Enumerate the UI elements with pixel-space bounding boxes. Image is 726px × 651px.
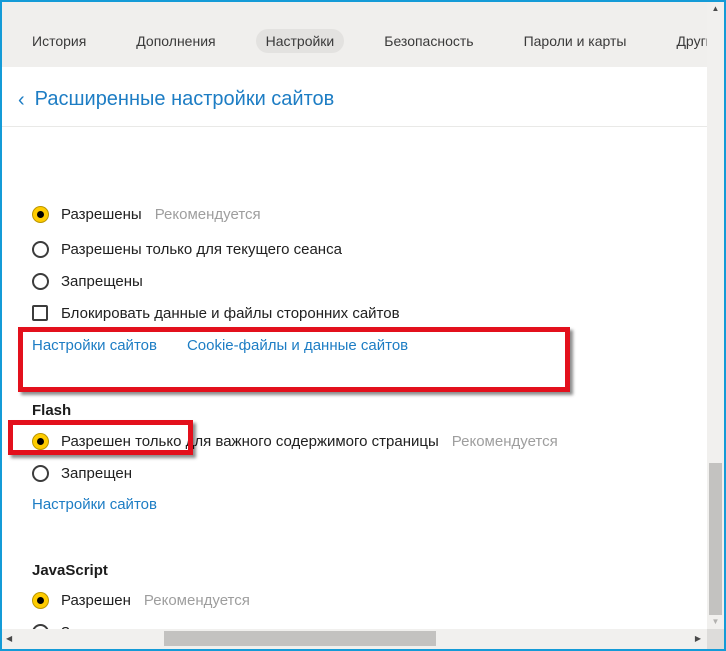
browser-settings-window: История Дополнения Настройки Безопасност… bbox=[0, 0, 726, 651]
tab-passwords-cards[interactable]: Пароли и карты bbox=[514, 29, 637, 53]
flash-section-title: Flash bbox=[32, 401, 72, 419]
radio-option-blocked[interactable]: Запрещены bbox=[32, 269, 143, 293]
radio-label: Разрешен bbox=[61, 591, 131, 609]
back-chevron-icon[interactable]: ‹ bbox=[18, 90, 25, 110]
cookie-data-link[interactable]: Cookie-файлы и данные сайтов bbox=[187, 337, 408, 354]
radio-unselected-icon[interactable] bbox=[32, 272, 49, 290]
horizontal-scrollbar-thumb[interactable] bbox=[164, 631, 436, 646]
vertical-scrollbar[interactable]: ▲ ▼ bbox=[707, 2, 724, 629]
radio-label: Запрещены bbox=[61, 272, 143, 290]
radio-selected-icon[interactable] bbox=[32, 205, 49, 223]
radio-option-session-only[interactable]: Разрешены только для текущего сеанса bbox=[32, 237, 342, 261]
radio-label: Разрешен только для важного содержимого … bbox=[61, 432, 439, 450]
radio-label: Запрещен bbox=[61, 464, 133, 482]
settings-content: ‹ Расширенные настройки сайтов Разрешены… bbox=[2, 67, 707, 641]
flash-links-row: Настройки сайтов bbox=[32, 492, 157, 516]
recommended-badge: Рекомендуется bbox=[154, 205, 261, 223]
site-settings-link[interactable]: Настройки сайтов bbox=[32, 337, 157, 354]
tab-addons[interactable]: Дополнения bbox=[126, 29, 225, 53]
js-radio-allowed[interactable]: Разрешен Рекомендуется bbox=[32, 588, 250, 612]
radio-unselected-icon[interactable] bbox=[32, 240, 49, 258]
scroll-right-arrow-icon[interactable]: ▶ bbox=[695, 634, 701, 643]
radio-label: Разрешены bbox=[61, 205, 142, 223]
checkbox-icon[interactable] bbox=[32, 305, 48, 321]
title-divider bbox=[2, 126, 707, 127]
scrollbar-corner bbox=[707, 629, 724, 649]
flash-radio-allowed-important[interactable]: Разрешен только для важного содержимого … bbox=[32, 429, 558, 453]
tab-history[interactable]: История bbox=[22, 29, 96, 53]
recommended-badge: Рекомендуется bbox=[143, 591, 250, 609]
radio-label: Разрешены только для текущего сеанса bbox=[61, 240, 342, 258]
recommended-badge: Рекомендуется bbox=[451, 432, 558, 450]
flash-radio-blocked[interactable]: Запрещен bbox=[32, 461, 132, 485]
vertical-scrollbar-thumb[interactable] bbox=[709, 463, 722, 615]
scroll-up-arrow-icon[interactable]: ▲ bbox=[707, 4, 724, 13]
page-title: Расширенные настройки сайтов bbox=[34, 88, 335, 110]
checkbox-block-third-party[interactable]: Блокировать данные и файлы сторонних сай… bbox=[32, 301, 400, 325]
flash-site-settings-link[interactable]: Настройки сайтов bbox=[32, 496, 157, 513]
javascript-section-title: JavaScript bbox=[32, 561, 108, 579]
page-title-row[interactable]: ‹ Расширенные настройки сайтов bbox=[18, 88, 334, 111]
scroll-down-arrow-icon[interactable]: ▼ bbox=[707, 617, 724, 626]
radio-selected-icon[interactable] bbox=[32, 591, 49, 609]
horizontal-scrollbar[interactable]: ◀ ▶ bbox=[2, 629, 707, 649]
cookies-links-row: Настройки сайтов Cookie-файлы и данные с… bbox=[32, 333, 408, 357]
tab-security[interactable]: Безопасность bbox=[374, 29, 483, 53]
radio-option-allowed[interactable]: Разрешены Рекомендуется bbox=[32, 202, 261, 226]
tab-settings[interactable]: Настройки bbox=[255, 29, 345, 53]
radio-selected-icon[interactable] bbox=[32, 432, 49, 450]
checkbox-label: Блокировать данные и файлы сторонних сай… bbox=[61, 304, 400, 322]
scroll-left-arrow-icon[interactable]: ◀ bbox=[6, 634, 12, 643]
tabs-bar: История Дополнения Настройки Безопасност… bbox=[2, 2, 724, 67]
radio-unselected-icon[interactable] bbox=[32, 464, 49, 482]
tabs-list: История Дополнения Настройки Безопасност… bbox=[22, 29, 724, 53]
